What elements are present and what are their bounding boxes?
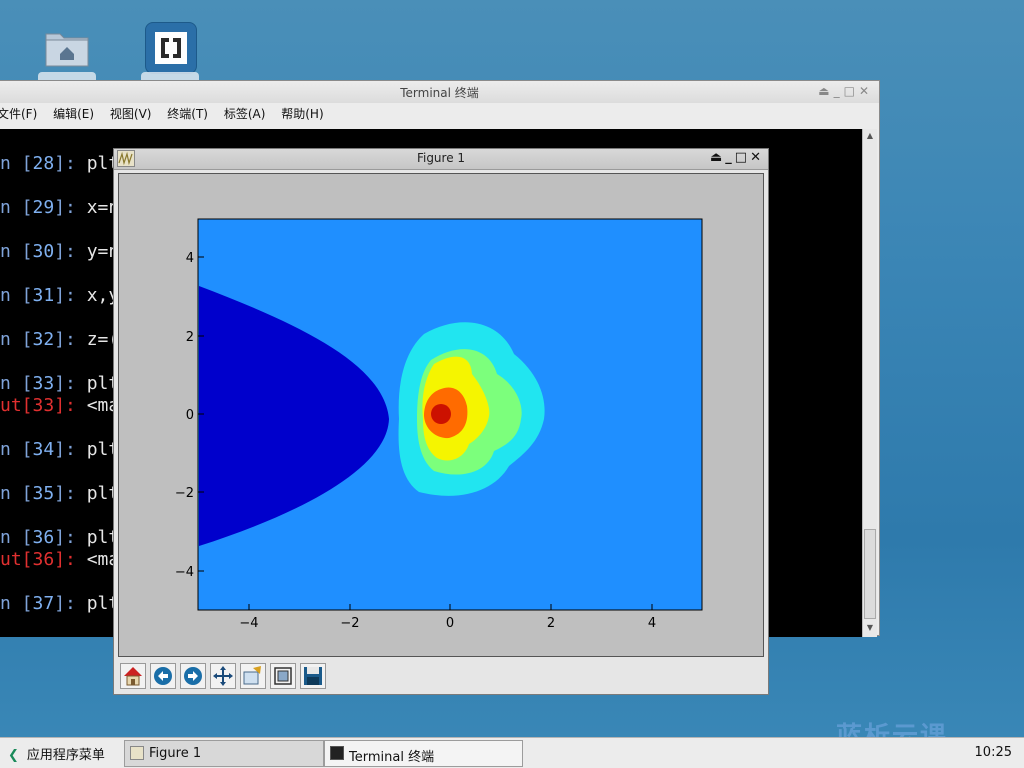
maximize-icon[interactable]: □ <box>735 150 750 165</box>
terminal-output-line: ut[36]: <ma <box>0 549 120 570</box>
figure-title: Figure 1 <box>416 151 466 165</box>
window-controls[interactable]: ⏏_□✕ <box>710 150 764 165</box>
terminal-line: n [36]: plt <box>0 527 120 548</box>
subplots-config-icon[interactable] <box>270 663 296 689</box>
menu-file[interactable]: 文件(F) <box>0 107 37 121</box>
figure-canvas[interactable]: −4 −2 0 2 4 4 2 0 −2 −4 <box>118 173 764 657</box>
terminal-line: n [33]: plt <box>0 373 120 394</box>
minimize-icon[interactable]: _ <box>725 150 735 165</box>
close-icon[interactable]: ✕ <box>750 150 764 165</box>
terminal-line: n [32]: z=( <box>0 329 120 350</box>
y-tick-label: 4 <box>186 251 194 266</box>
home-folder-icon[interactable] <box>44 28 90 68</box>
applications-menu-button[interactable]: ❮ 应用程序菜单 <box>8 744 105 763</box>
minimize-icon[interactable]: _ <box>834 84 844 98</box>
taskbar-item-terminal[interactable]: Terminal 终端 <box>324 740 523 767</box>
forward-arrow-icon[interactable] <box>180 663 206 689</box>
terminal-menubar: 文件(F) 编辑(E) 视图(V) 终端(T) 标签(A) 帮助(H) <box>0 105 336 125</box>
maximize-icon[interactable]: □ <box>844 84 859 98</box>
y-tick-label: 2 <box>186 330 194 345</box>
home-icon[interactable] <box>120 663 146 689</box>
contour-red-peak <box>431 404 451 424</box>
terminal-line: n [29]: x=n <box>0 197 120 218</box>
figure-titlebar[interactable]: Figure 1 ⏏_□✕ <box>114 149 768 170</box>
clock[interactable]: 10:25 <box>975 745 1012 760</box>
menu-view[interactable]: 视图(V) <box>110 107 152 121</box>
figure-window[interactable]: Figure 1 ⏏_□✕ −4 −2 0 2 4 4 2 0 −2 −4 <box>113 148 769 695</box>
menu-edit[interactable]: 编辑(E) <box>53 107 94 121</box>
terminal-output-line: ut[33]: <ma <box>0 395 120 416</box>
scroll-down-icon[interactable]: ▼ <box>863 623 877 635</box>
menu-terminal[interactable]: 终端(T) <box>167 107 208 121</box>
menu-tabs[interactable]: 标签(A) <box>224 107 266 121</box>
y-tick-label: −2 <box>175 486 194 501</box>
x-tick-label: 0 <box>446 616 454 631</box>
y-tick-label: 0 <box>186 408 194 423</box>
x-tick-label: 2 <box>547 616 555 631</box>
terminal-line: n [31]: x,y <box>0 285 120 306</box>
save-floppy-icon[interactable] <box>300 663 326 689</box>
terminal-line: n [37]: plt <box>0 593 120 614</box>
terminal-line: n [30]: y=n <box>0 241 120 262</box>
taskbar-item-figure[interactable]: Figure 1 <box>124 740 324 767</box>
terminal-title: Terminal 终端 <box>400 86 479 100</box>
terminal-task-icon <box>330 746 344 760</box>
terminal-line: n [35]: plt <box>0 483 120 504</box>
bracket-app-icon[interactable] <box>145 22 197 74</box>
terminal-line: n [34]: plt <box>0 439 120 460</box>
terminal-line: n [28]: plt <box>0 153 120 174</box>
desktop-icon-label <box>38 72 96 80</box>
task-label: Figure 1 <box>149 746 202 761</box>
close-icon[interactable]: ✕ <box>859 84 873 98</box>
menu-help[interactable]: 帮助(H) <box>281 107 323 121</box>
x-tick-label: −4 <box>239 616 258 631</box>
menu-logo-icon: ❮ <box>8 748 19 763</box>
shade-icon[interactable]: ⏏ <box>710 150 725 165</box>
desktop-icon-label <box>141 72 199 80</box>
x-tick-label: −2 <box>340 616 359 631</box>
terminal-titlebar[interactable]: Terminal 终端 ⏏_□✕ <box>0 81 879 103</box>
back-arrow-icon[interactable] <box>150 663 176 689</box>
terminal-scrollbar[interactable]: ▲ ▼ <box>862 129 877 637</box>
y-tick-label: −4 <box>175 565 194 580</box>
applications-menu-label: 应用程序菜单 <box>26 748 105 763</box>
pan-move-icon[interactable] <box>210 663 236 689</box>
scrollbar-thumb[interactable] <box>864 529 876 619</box>
taskbar: ❮ 应用程序菜单 Figure 1 Terminal 终端 10:25 <box>0 737 1024 768</box>
shade-icon[interactable]: ⏏ <box>818 84 833 98</box>
zoom-rect-icon[interactable] <box>240 663 266 689</box>
task-label: Terminal 终端 <box>349 750 435 765</box>
figure-task-icon <box>130 746 144 760</box>
scroll-up-icon[interactable]: ▲ <box>863 131 877 143</box>
window-controls[interactable]: ⏏_□✕ <box>818 84 873 98</box>
contour-plot[interactable]: −4 −2 0 2 4 4 2 0 −2 −4 <box>119 174 763 656</box>
x-tick-label: 4 <box>648 616 656 631</box>
